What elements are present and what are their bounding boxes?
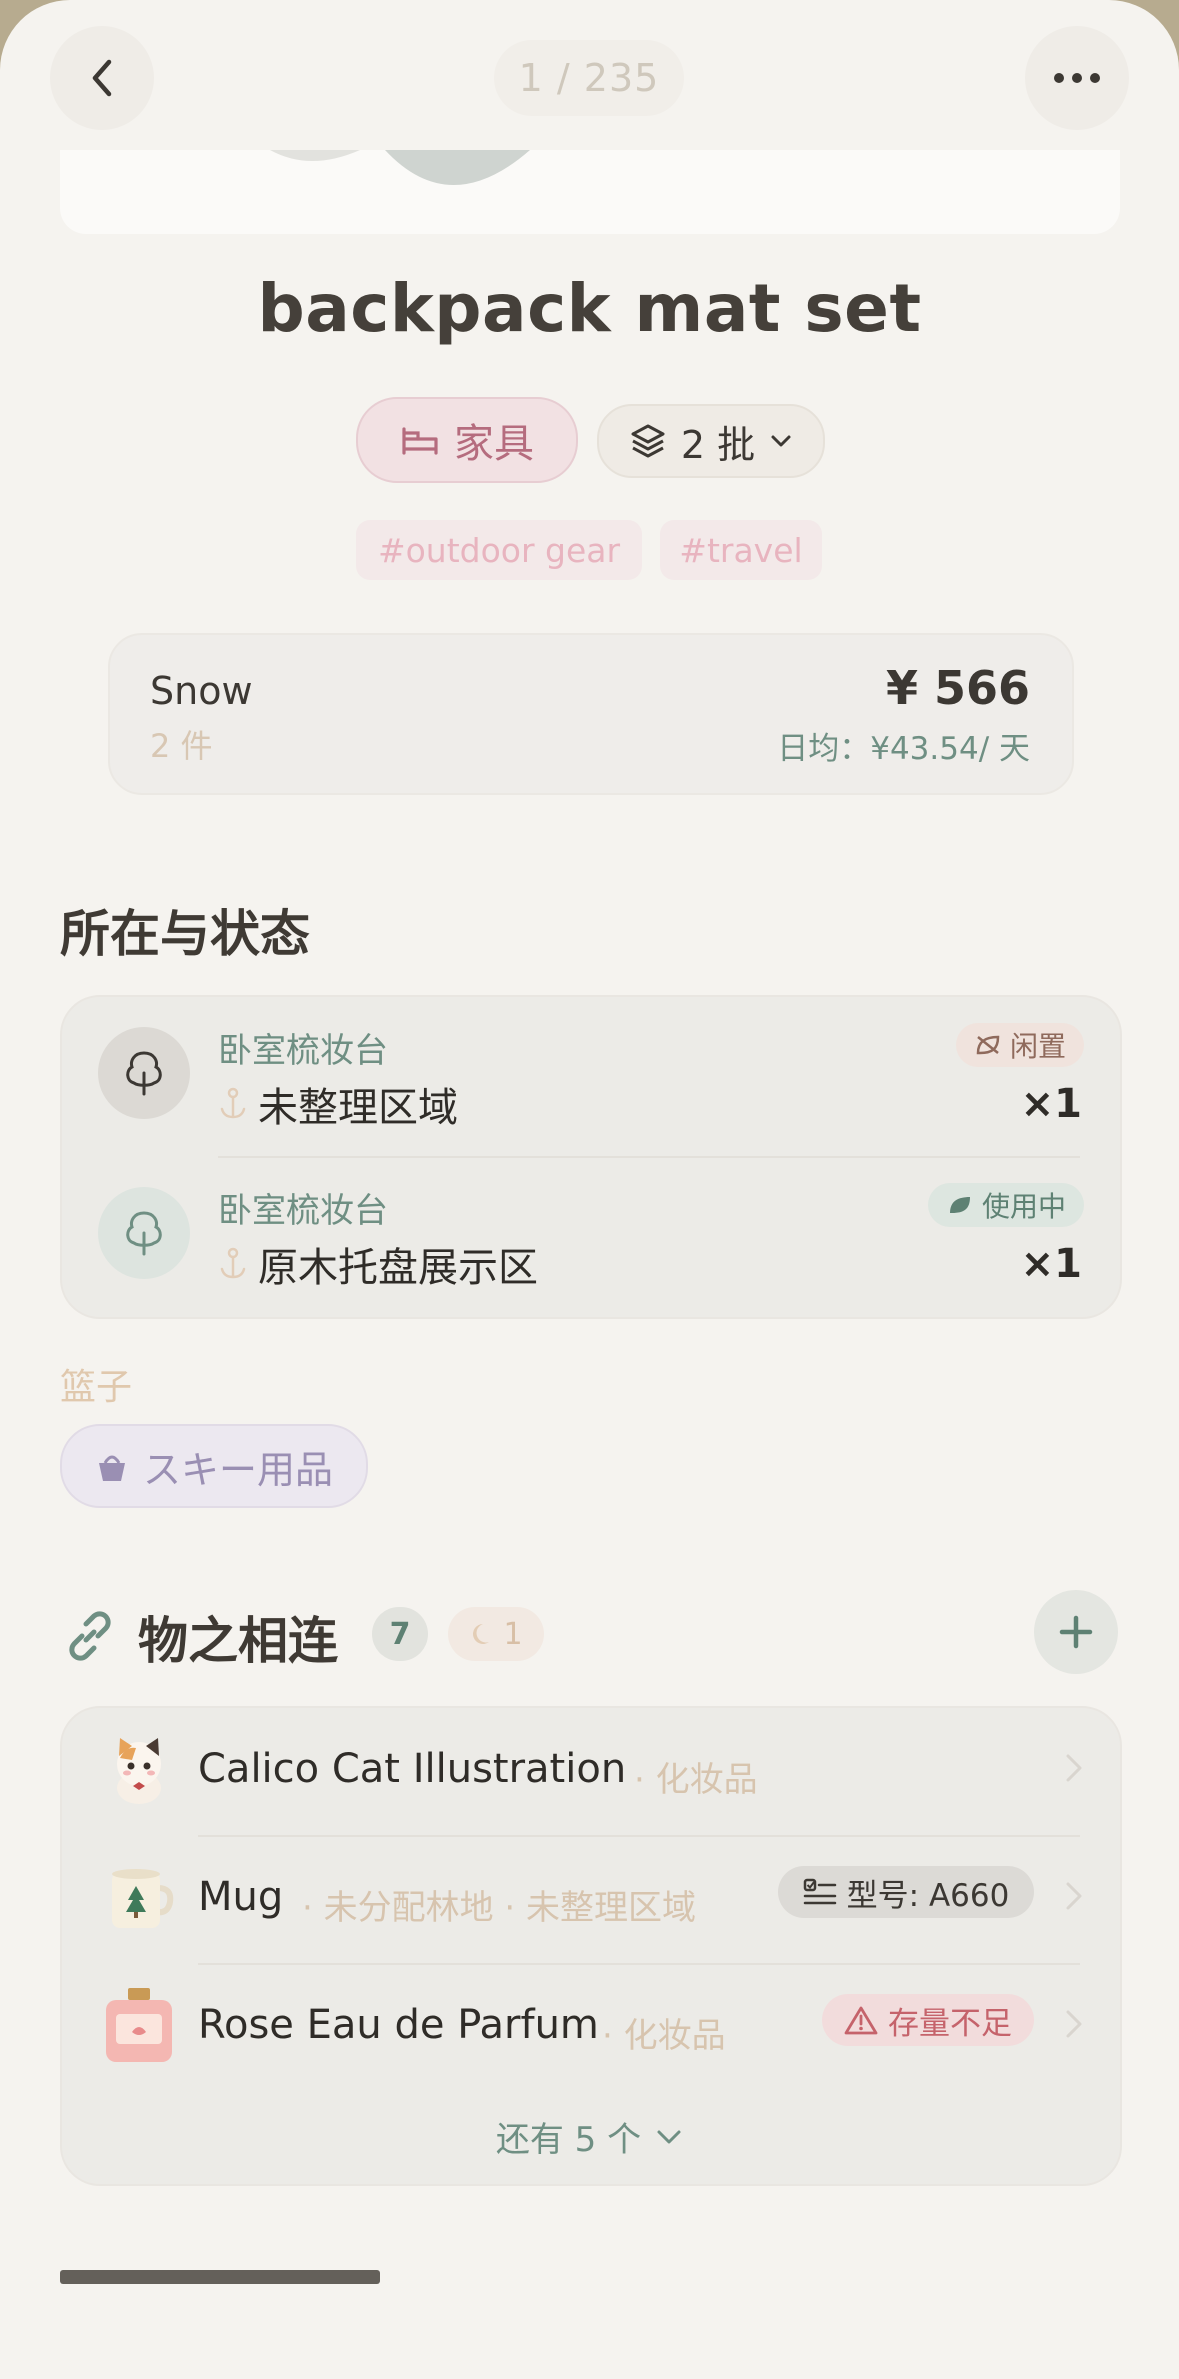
basket-chip[interactable]: スキー用品 (60, 1424, 368, 1508)
mug-thumbnail (100, 1858, 178, 1936)
location-section-title: 所在与状态 (60, 905, 310, 963)
warning-icon (844, 2006, 878, 2035)
quantity-text: 2 件 (150, 727, 213, 765)
more-icon (1054, 73, 1100, 83)
location-list: 卧室梳妆台 未整理区域 闲置 ×1 卧室梳妆台 原木托盘展示区 使用中 ×1 (60, 995, 1122, 1319)
chevron-right-icon (1066, 1882, 1082, 1910)
layers-icon (631, 424, 665, 458)
add-link-button[interactable] (1034, 1590, 1118, 1674)
status-label: 闲置 (1009, 1030, 1066, 1063)
tree-icon (98, 1187, 190, 1279)
chevron-down-icon (657, 2130, 681, 2143)
daily-cost-text: 日均：¥43.54/ 天 (777, 731, 1030, 767)
location-quantity: ×1 (1020, 1081, 1082, 1127)
purchase-card[interactable]: Snow 2 件 ¥ 566 日均：¥43.54/ 天 (108, 633, 1074, 795)
next-section-title (60, 2270, 380, 2284)
linked-item-category: · 化妆品 (634, 1760, 758, 1800)
location-room: 卧室梳妆台 (218, 1031, 388, 1071)
moon-count-label: 1 (503, 1616, 523, 1652)
location-quantity: ×1 (1020, 1241, 1082, 1287)
low-stock-badge[interactable]: 存量不足 (822, 1994, 1034, 2046)
more-options-button[interactable] (1025, 26, 1129, 130)
screen: 1 / 235 backpack mat set 家具 2 批 #outdoor… (0, 0, 1179, 2379)
item-counter: 1 / 235 (494, 40, 684, 116)
model-badge-label: 型号: A660 (846, 1877, 1010, 1914)
show-more-button[interactable]: 还有 5 个 (0, 2112, 1179, 2161)
status-label: 使用中 (981, 1190, 1066, 1223)
chevron-down-icon (771, 435, 791, 447)
linked-item-name: Rose Eau de Parfum (198, 2002, 599, 2048)
location-spot: 原木托盘展示区 (218, 1235, 538, 1293)
links-count-badge: 7 (372, 1607, 428, 1661)
checklist-icon (803, 1878, 836, 1905)
basket-icon (98, 1455, 125, 1481)
price-text: ¥ 566 (885, 661, 1030, 715)
model-badge[interactable]: 型号: A660 (778, 1866, 1034, 1918)
location-spot-label: 未整理区域 (258, 1085, 458, 1131)
linked-item-name: Mug (198, 1874, 284, 1920)
basket-label: 篮子 (60, 1367, 133, 1408)
location-row[interactable]: 卧室梳妆台 未整理区域 闲置 ×1 (62, 997, 1120, 1157)
category-chip[interactable]: 家具 (356, 397, 578, 483)
linked-item-name: Calico Cat Illustration (198, 1746, 627, 1792)
item-title: backpack mat set (257, 270, 922, 347)
status-badge-in-use[interactable]: 使用中 (927, 1183, 1084, 1227)
leaf-off-icon (976, 1035, 1000, 1055)
linked-item-row[interactable]: Rose Eau de Parfum · 化妆品 存量不足 (62, 1964, 1120, 2092)
show-more-label: 还有 5 个 (495, 2120, 642, 2160)
owner-name: Snow (150, 669, 253, 713)
tag-outdoor-gear[interactable]: #outdoor gear (356, 520, 642, 580)
plus-icon (1059, 1615, 1093, 1649)
chevron-right-icon (1066, 2010, 1082, 2038)
tree-icon (98, 1027, 190, 1119)
tag-travel[interactable]: #travel (660, 520, 822, 580)
perfume-thumbnail (100, 1986, 178, 2064)
linked-item-row[interactable]: Calico Cat Illustration · 化妆品 (62, 1708, 1120, 1836)
status-badge-idle[interactable]: 闲置 (955, 1023, 1084, 1067)
anchor-icon (220, 1247, 246, 1279)
anchor-icon (220, 1087, 246, 1119)
low-stock-label: 存量不足 (888, 2005, 1012, 2042)
location-room: 卧室梳妆台 (218, 1191, 388, 1231)
location-spot-label: 原木托盘展示区 (258, 1245, 538, 1291)
linked-item-row[interactable]: Mug · 未分配林地 · 未整理区域 型号: A660 (62, 1836, 1120, 1964)
back-button[interactable] (50, 26, 154, 130)
moon-count-badge: 1 (448, 1607, 544, 1661)
item-photo (60, 150, 1120, 234)
batch-label: 2 批 (680, 422, 756, 467)
chevron-right-icon (1066, 1754, 1082, 1782)
leaf-icon (949, 1197, 970, 1213)
linked-item-category: · 化妆品 (602, 2016, 726, 2056)
sofa-icon (402, 427, 438, 455)
links-section-title: 物之相连 (138, 1612, 338, 1670)
location-row[interactable]: 卧室梳妆台 原木托盘展示区 使用中 ×1 (62, 1157, 1120, 1317)
category-label: 家具 (454, 421, 534, 467)
moon-icon (473, 1624, 490, 1644)
chevron-left-icon (92, 59, 112, 97)
cat-thumbnail (100, 1730, 178, 1808)
location-spot: 未整理区域 (218, 1075, 458, 1133)
linked-item-location: · 未分配林地 · 未整理区域 (302, 1888, 697, 1928)
link-icon (69, 1611, 111, 1661)
basket-name: スキー用品 (142, 1447, 333, 1492)
batch-selector[interactable]: 2 批 (597, 404, 825, 478)
